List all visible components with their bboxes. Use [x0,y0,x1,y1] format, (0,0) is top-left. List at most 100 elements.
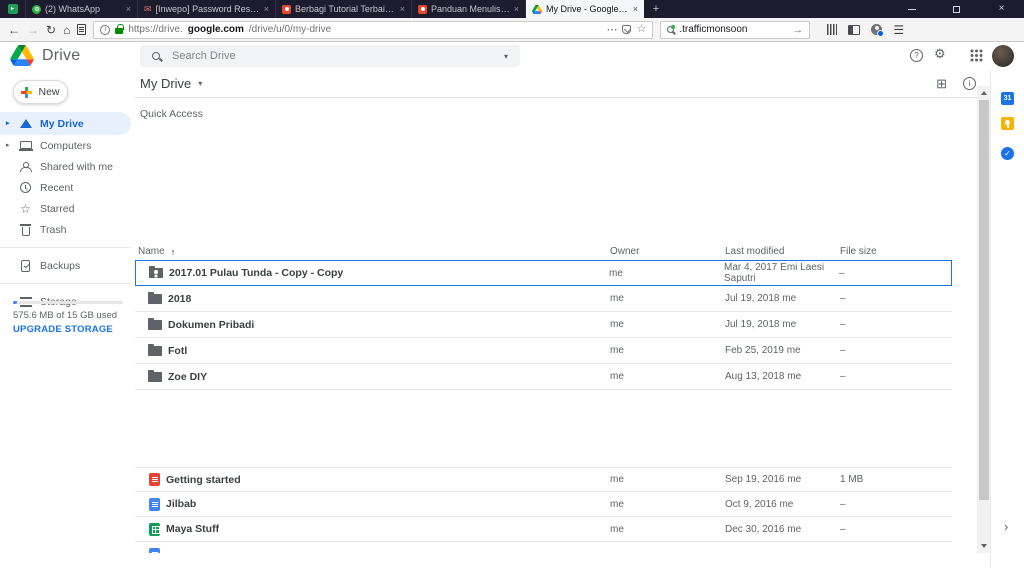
tab-close-icon[interactable]: × [264,4,269,14]
tab-title: (2) WhatsApp [45,4,101,14]
new-tab-button[interactable]: + [644,0,668,18]
tab-whatsapp[interactable]: (2) WhatsApp × [26,0,138,18]
inwepo-icon [418,4,427,14]
drive-header: Drive Search Drive ▾ ? ⚙ [0,42,1024,70]
reload-button[interactable]: ↻ [46,24,56,36]
item-name: Maya Stuff [166,523,220,535]
url-bar[interactable]: i https://drive. google.com/drive/u/0/my-… [93,20,654,39]
account-icon[interactable] [871,24,885,37]
storage-progress-bar [13,301,123,304]
item-owner: me [610,345,624,356]
tasks-icon[interactable]: ✓ [1001,147,1014,160]
item-size: – [839,267,845,279]
table-row-file[interactable]: Maya Stuff me Dec 30, 2016 me – [135,517,952,542]
sidebar-item-my-drive[interactable]: ▸ My Drive [0,112,131,135]
sidebar-item-label: Computers [40,139,92,152]
calendar-icon[interactable]: 31 [1001,92,1014,105]
table-row-folder[interactable]: Zoe DIY me Aug 13, 2018 me – [135,364,952,390]
expand-icon[interactable]: ▸ [6,120,10,127]
gear-icon[interactable]: ⚙ [934,47,946,60]
sidebar-item-backups[interactable]: Backups [0,255,131,276]
item-name: 2017.01 Pulau Tunda - Copy - Copy [169,267,344,279]
keep-icon[interactable] [1001,117,1014,130]
help-icon[interactable]: ? [910,49,923,62]
tab-close-icon[interactable]: × [514,4,519,14]
sidebar-item-shared-with-me[interactable]: Shared with me [0,156,131,177]
browser-search-field[interactable]: .trafficmonsoon → [660,20,811,39]
drive-tab-icon [532,4,542,14]
apps-grid-icon[interactable] [970,49,983,62]
tab-panduan-menulis[interactable]: Panduan Menulis Tutorial di In × [412,0,526,18]
sidebar-toggle-icon[interactable] [848,24,861,35]
doc-file-icon [149,548,160,553]
expand-side-panel-icon[interactable]: › [1004,520,1008,533]
item-modified: Mar 4, 2017 Emi Laesi Saputri [724,262,825,284]
item-size: – [840,293,846,304]
page-actions-icon[interactable]: ⋯ [606,23,617,36]
sidebar-item-starred[interactable]: ☆ Starred [0,198,131,219]
shared-folder-icon [149,266,163,278]
item-name: Getting started [166,473,241,486]
sort-asc-icon: ↑ [170,246,176,257]
table-row-folder[interactable]: 2018 me Jul 19, 2018 me – [135,286,952,312]
search-engine-badge [671,25,676,29]
home-button[interactable]: ⌂ [63,24,70,36]
upgrade-storage-link[interactable]: UPGRADE STORAGE [13,324,113,335]
column-header-size[interactable]: File size [840,246,952,257]
storage-progress-fill [13,301,17,304]
lock-icon[interactable] [115,24,124,34]
drive-search-placeholder: Search Drive [172,50,236,62]
maximize-button[interactable] [934,0,979,18]
sidebar-divider [0,247,131,248]
drive-logo[interactable] [10,45,34,66]
sidebar-item-recent[interactable]: Recent [0,177,131,198]
site-info-icon[interactable]: i [100,24,111,35]
breadcrumb-my-drive[interactable]: My Drive [140,76,191,91]
forward-button[interactable]: → [27,24,39,36]
tab-close-icon[interactable]: × [126,4,131,14]
close-window-button[interactable]: × [979,0,1024,18]
chevron-down-icon[interactable]: ▾ [198,79,202,88]
table-row-file[interactable]: Getting started me Sep 19, 2016 me 1 MB [135,467,952,492]
drive-search-bar[interactable]: Search Drive ▾ [140,45,520,67]
menu-icon[interactable]: ☰ [893,24,904,36]
bookmark-star-icon[interactable]: ☆ [636,24,646,35]
pocket-icon[interactable] [622,25,632,34]
new-button[interactable]: New [13,80,68,104]
minimize-button[interactable] [889,0,934,18]
grid-view-icon[interactable]: ⊞ [936,77,947,90]
library-icon[interactable] [827,24,838,35]
table-row-folder[interactable]: Dokumen Pribadi me Jul 19, 2018 me – [135,312,952,338]
folder-icon [148,317,162,330]
avatar[interactable] [992,45,1014,67]
tab-my-drive-active[interactable]: My Drive - Google Drive × [526,0,644,18]
pages-icon[interactable] [77,24,87,35]
scroll-down-icon[interactable] [980,544,987,548]
info-icon[interactable]: i [963,77,976,90]
pinned-tab[interactable]: ▸ [0,0,26,18]
vertical-scrollbar[interactable] [977,86,990,553]
table-row-partial[interactable] [135,542,952,553]
column-header-modified[interactable]: Last modified [725,246,840,257]
scroll-up-icon[interactable] [980,91,987,95]
tab-close-icon[interactable]: × [633,4,638,14]
search-icon[interactable] [152,52,160,60]
tab-close-icon[interactable]: × [400,4,405,14]
tab-inwepo-mail[interactable]: ✉ [Inwepo] Password Reset - cipt × [138,0,276,18]
back-button[interactable]: ← [8,24,20,36]
plus-icon [21,86,33,98]
search-go-icon[interactable]: → [792,24,803,36]
folder-icon [148,291,162,304]
table-row-folder[interactable]: Fotl me Feb 25, 2019 me – [135,338,952,364]
table-row-folder-selected[interactable]: 2017.01 Pulau Tunda - Copy - Copy me Mar… [135,260,952,286]
scrollbar-thumb[interactable] [978,100,989,500]
tab-berbagi-tutorial[interactable]: Berbagi Tutorial Terbaikmu – In × [276,0,412,18]
sidebar-item-computers[interactable]: ▸ Computers [0,135,131,156]
column-header-name[interactable]: Name ↑ [135,246,610,257]
item-modified: Oct 9, 2016 me [725,498,794,510]
column-header-owner[interactable]: Owner [610,246,725,257]
expand-icon[interactable]: ▸ [6,142,10,149]
sidebar-item-trash[interactable]: Trash [0,219,131,240]
search-options-dropdown-icon[interactable]: ▾ [504,52,508,61]
table-row-file[interactable]: Jilbab me Oct 9, 2016 me – [135,492,952,517]
